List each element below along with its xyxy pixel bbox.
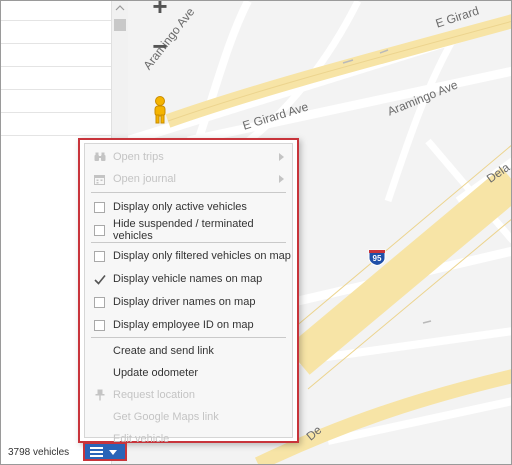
menu-item-open-journal[interactable]: Open journal	[85, 168, 292, 190]
menu-item-get-google-maps-link[interactable]: Get Google Maps link	[85, 406, 292, 428]
menu-item-display-employee-id[interactable]: Display employee ID on map	[85, 314, 292, 336]
highway-95-shield-icon: 95	[368, 249, 386, 267]
zoom-in-button[interactable]: +	[147, 1, 173, 21]
menu-separator	[91, 242, 286, 243]
list-row-divider	[1, 20, 111, 21]
menu-item-label: Open trips	[113, 151, 164, 163]
context-menu: Open trips Open journal Display only act…	[78, 138, 299, 445]
menu-item-label: Hide suspended / terminated vehicles	[113, 218, 254, 242]
checkbox-unchecked[interactable]	[94, 201, 105, 213]
menu-item-label: Update odometer	[113, 367, 198, 379]
list-menu-button[interactable]	[83, 442, 127, 461]
menu-item-display-filtered[interactable]: Display only filtered vehicles on map	[85, 245, 292, 267]
menu-separator	[91, 337, 286, 338]
list-menu-icon	[90, 447, 103, 457]
chevron-down-icon	[109, 450, 117, 455]
menu-item-display-vehicle-names[interactable]: Display vehicle names on map	[85, 268, 292, 290]
menu-item-label: Display driver names on map	[113, 296, 256, 308]
menu-item-label: Display employee ID on map	[113, 319, 254, 331]
street-view-pegman-icon[interactable]	[149, 95, 171, 125]
checkbox-unchecked[interactable]	[94, 250, 105, 262]
checkbox-unchecked[interactable]	[94, 319, 105, 331]
menu-item-label: Create and send link	[113, 345, 214, 357]
checkbox-unchecked[interactable]	[94, 296, 105, 308]
list-row-divider	[1, 66, 111, 67]
submenu-arrow-icon	[279, 153, 284, 161]
menu-item-hide-suspended[interactable]: Hide suspended / terminated vehicles	[85, 218, 292, 242]
menu-item-label: Display vehicle names on map	[113, 273, 263, 285]
menu-item-display-only-active[interactable]: Display only active vehicles	[85, 196, 292, 218]
menu-separator	[91, 192, 286, 193]
menu-item-request-location[interactable]: Request location	[85, 384, 292, 406]
binoculars-icon	[93, 151, 106, 164]
zoom-out-button[interactable]: −	[147, 31, 173, 61]
menu-item-create-send-link[interactable]: Create and send link	[85, 340, 292, 362]
list-row-divider	[1, 135, 111, 136]
scroll-up-arrow-icon[interactable]	[115, 3, 125, 13]
submenu-arrow-icon	[279, 175, 284, 183]
pin-icon	[93, 389, 106, 402]
menu-item-label: Get Google Maps link	[113, 411, 219, 423]
scrollbar-thumb[interactable]	[114, 19, 126, 31]
list-row-divider	[1, 89, 111, 90]
menu-item-open-trips[interactable]: Open trips	[85, 146, 292, 168]
menu-item-update-odometer[interactable]: Update odometer	[85, 362, 292, 384]
highway-95-shield-label: 95	[372, 254, 382, 263]
menu-item-display-driver-names[interactable]: Display driver names on map	[85, 291, 292, 313]
calendar-icon	[93, 173, 106, 186]
menu-item-label: Display only filtered vehicles on map	[113, 250, 291, 262]
checkbox-unchecked[interactable]	[94, 224, 105, 236]
menu-item-label: Open journal	[113, 173, 176, 185]
list-row-divider	[1, 43, 111, 44]
list-row-divider	[1, 112, 111, 113]
app-window: Aramingo Ave E Girard E Girard Ave Arami…	[0, 0, 512, 465]
context-menu-body: Open trips Open journal Display only act…	[84, 143, 293, 445]
vehicle-count: 3798 vehicles	[8, 447, 70, 458]
checkmark-icon[interactable]	[93, 273, 106, 286]
menu-item-label: Display only active vehicles	[113, 201, 247, 213]
menu-item-label: Request location	[113, 389, 195, 401]
